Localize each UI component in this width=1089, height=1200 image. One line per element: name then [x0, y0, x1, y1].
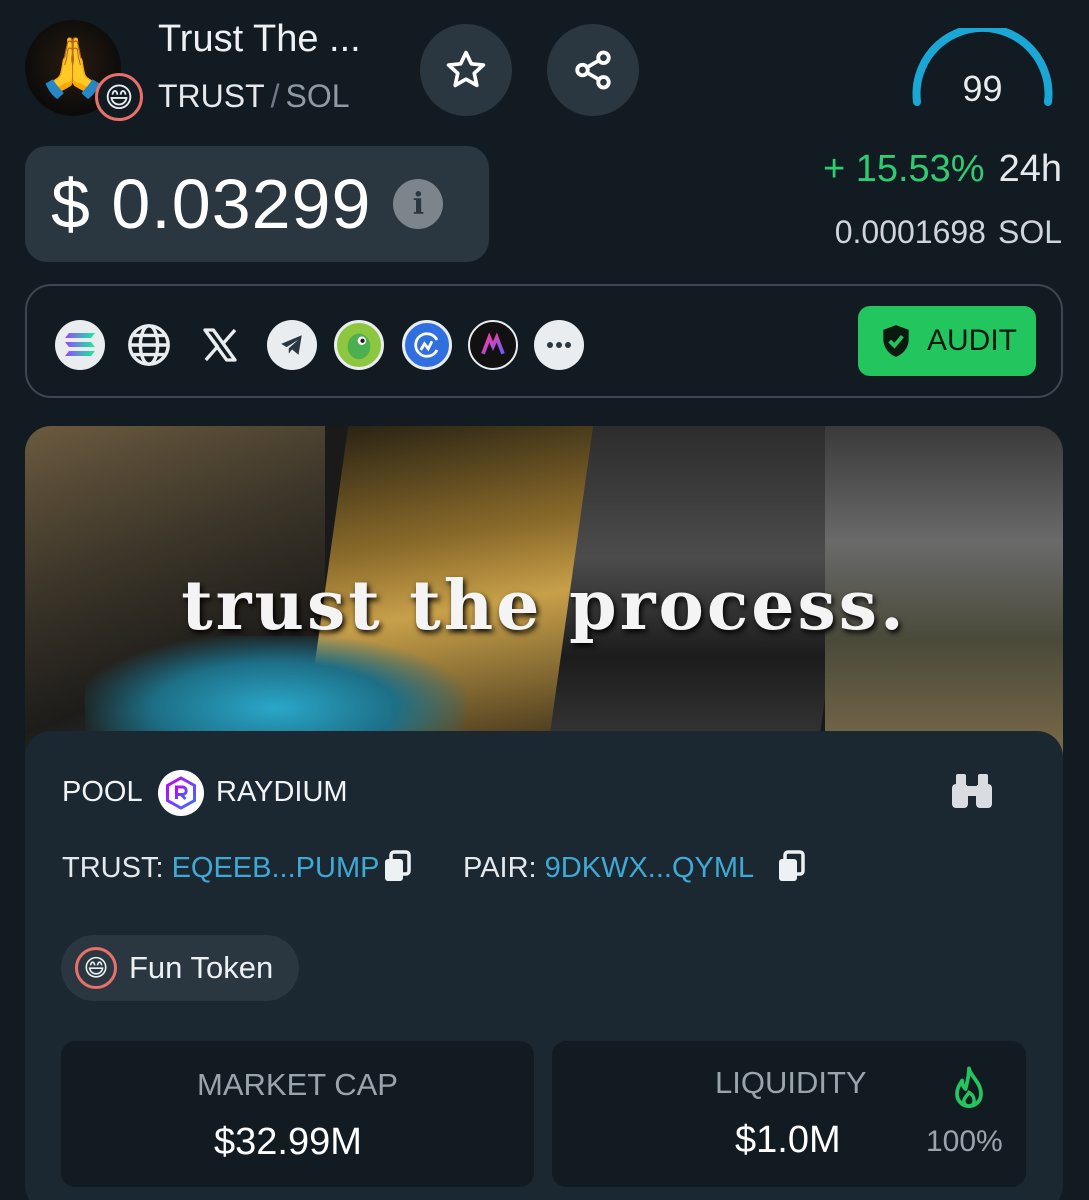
price-usd: $ 0.03299: [51, 165, 372, 243]
banner-text: trust the process.: [181, 566, 907, 646]
solana-icon[interactable]: [55, 320, 105, 370]
shield-check-icon: [883, 325, 909, 357]
price-sol: 0.0001698 SOL: [835, 214, 1062, 251]
more-icon[interactable]: [534, 320, 584, 370]
grinning-face-icon: 😄: [95, 73, 143, 121]
token-address: TRUST: EQEEB...PUMP: [62, 852, 379, 885]
market-cap-card: MARKET CAP $32.99M: [61, 1041, 534, 1187]
quote-symbol: SOL: [285, 78, 350, 114]
share-button[interactable]: [547, 24, 639, 116]
copy-icon[interactable]: [776, 850, 806, 884]
liquidity-value: $1.0M: [735, 1119, 841, 1161]
share-icon: [575, 50, 611, 90]
token-address-key: TRUST:: [62, 852, 164, 884]
telegram-icon[interactable]: [267, 320, 317, 370]
pool-label: POOL: [62, 776, 143, 808]
favorite-button[interactable]: [420, 24, 512, 116]
token-symbol: TRUST: [158, 78, 265, 114]
change-period: 24h: [998, 148, 1062, 190]
market-cap-value: $32.99M: [214, 1121, 362, 1163]
token-address-value[interactable]: EQEEB...PUMP: [172, 852, 380, 884]
dexscreener-icon[interactable]: [468, 320, 518, 370]
liquidity-percent: 100%: [926, 1125, 1003, 1158]
fun-token-badge: 😄 Fun Token: [61, 935, 299, 1001]
change-percent: + 15.53%: [822, 148, 985, 190]
coingecko-icon[interactable]: [334, 320, 384, 370]
pair-address-value[interactable]: 9DKWX...QYML: [545, 852, 755, 884]
grinning-face-icon: 😄: [75, 947, 117, 989]
flame-icon: [955, 1066, 983, 1109]
pair-separator: /: [270, 78, 280, 114]
market-cap-label: MARKET CAP: [197, 1067, 398, 1102]
token-banner: trust the process.: [25, 426, 1063, 756]
raydium-icon: [158, 770, 204, 816]
price-change: + 15.53% 24h: [823, 148, 1062, 191]
website-icon[interactable]: [124, 320, 174, 370]
binoculars-icon[interactable]: [950, 772, 994, 810]
x-icon[interactable]: [195, 320, 245, 370]
sol-value: 0.0001698: [834, 214, 986, 250]
fun-token-label: Fun Token: [129, 950, 274, 985]
info-icon[interactable]: i: [393, 179, 444, 229]
star-icon: [446, 50, 486, 88]
dex-name: RAYDIUM: [216, 776, 348, 808]
sol-unit: SOL: [997, 214, 1062, 250]
liquidity-label: LIQUIDITY: [715, 1065, 867, 1100]
score-value: 99: [962, 68, 1003, 109]
pair-address-key: PAIR:: [463, 852, 537, 884]
token-name: Trust The ...: [158, 18, 361, 60]
price-box: $ 0.03299 i: [25, 146, 489, 262]
liquidity-card: LIQUIDITY $1.0M 100%: [552, 1041, 1026, 1187]
coinmarketcap-icon[interactable]: [402, 320, 452, 370]
audit-label: AUDIT: [927, 324, 1017, 357]
pair-label: TRUST / SOL: [158, 78, 350, 115]
pair-address: PAIR: 9DKWX...QYML: [463, 852, 754, 885]
copy-icon[interactable]: [382, 850, 412, 884]
audit-button[interactable]: AUDIT: [858, 306, 1036, 376]
